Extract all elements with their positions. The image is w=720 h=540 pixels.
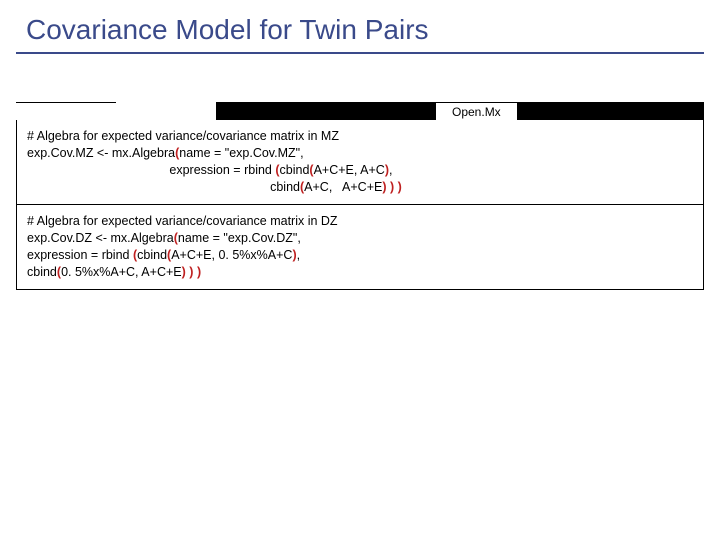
dz-line1-a: exp.Cov.DZ <- mx.Algebra [27, 231, 174, 245]
dz-code-box: # Algebra for expected variance/covarian… [16, 205, 704, 290]
paren-red-icon: ) [398, 180, 402, 194]
dz-line2-b: cbind [137, 248, 167, 262]
tab-black-left [216, 102, 436, 120]
dz-line3-b: 0. 5%x%A+C, A+C+E [61, 265, 182, 279]
dz-line3-a: cbind [27, 265, 57, 279]
mz-line2-b: cbind [280, 163, 310, 177]
mz-line3-b: A+C, A+C+E [304, 180, 382, 194]
tab-lead-border [16, 102, 116, 120]
tab-black-right [517, 102, 704, 120]
dz-line2-d: , [297, 248, 300, 262]
mz-line2-c: A+C+E, A+C [314, 163, 385, 177]
mz-line1-a: exp.Cov.MZ <- mx.Algebra [27, 146, 175, 160]
dz-line1: exp.Cov.DZ <- mx.Algebra(name = "exp.Cov… [27, 230, 693, 247]
mz-line1-b: name = "exp.Cov.MZ", [179, 146, 303, 160]
dz-line1-b: name = "exp.Cov.DZ", [178, 231, 301, 245]
paren-red-icon: ) [197, 265, 201, 279]
mz-line2-d: , [389, 163, 392, 177]
code-panel: Open.Mx # Algebra for expected variance/… [16, 102, 704, 290]
mz-line3: cbind(A+C, A+C+E) ) ) [27, 179, 693, 196]
mz-comment: # Algebra for expected variance/covarian… [27, 128, 693, 145]
mz-line2-a: expression = rbind [27, 163, 275, 177]
tab-label: Open.Mx [436, 102, 517, 120]
mz-code-box: # Algebra for expected variance/covarian… [16, 120, 704, 205]
mz-line3-a: cbind [27, 180, 300, 194]
dz-line3: cbind(0. 5%x%A+C, A+C+E) ) ) [27, 264, 693, 281]
dz-comment: # Algebra for expected variance/covarian… [27, 213, 693, 230]
mz-line2: expression = rbind (cbind(A+C+E, A+C), [27, 162, 693, 179]
mz-line1: exp.Cov.MZ <- mx.Algebra(name = "exp.Cov… [27, 145, 693, 162]
dz-line2: expression = rbind (cbind(A+C+E, 0. 5%x%… [27, 247, 693, 264]
title-divider [16, 52, 704, 54]
dz-line2-c: A+C+E, 0. 5%x%A+C [171, 248, 292, 262]
tab-header-row: Open.Mx [16, 102, 704, 120]
page-title: Covariance Model for Twin Pairs [0, 0, 720, 52]
dz-line2-a: expression = rbind [27, 248, 133, 262]
